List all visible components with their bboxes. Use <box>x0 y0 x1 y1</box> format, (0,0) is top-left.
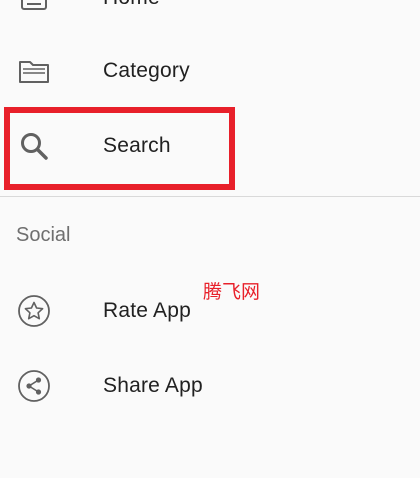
drawer-item-label: Rate App <box>103 299 191 322</box>
home-list-icon <box>16 0 52 16</box>
drawer-item-label: Share App <box>103 374 203 397</box>
share-icon <box>16 368 52 404</box>
folder-icon <box>16 53 52 89</box>
drawer-item-category[interactable]: Category <box>0 43 420 99</box>
divider <box>0 196 420 197</box>
star-icon <box>16 293 52 329</box>
drawer-item-label: Home <box>103 0 160 10</box>
navigation-drawer: Home Category Search Social <box>0 0 420 478</box>
section-header-social: Social <box>16 224 71 246</box>
drawer-item-label: Category <box>103 59 190 82</box>
drawer-item-home[interactable]: Home <box>0 0 420 26</box>
highlight-box <box>4 107 235 190</box>
watermark: 腾飞网 <box>203 281 261 303</box>
drawer-item-share-app[interactable]: Share App <box>0 358 420 414</box>
